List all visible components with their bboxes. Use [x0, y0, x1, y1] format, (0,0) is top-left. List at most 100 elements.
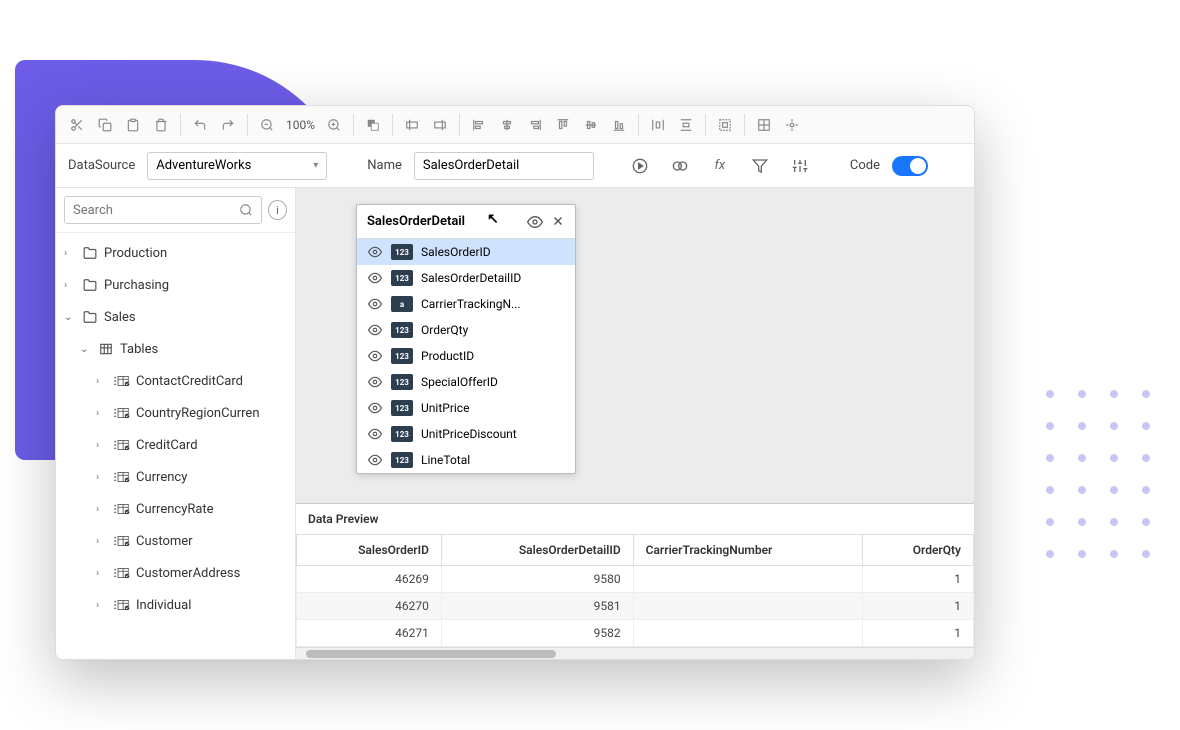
eye-icon[interactable] [527, 214, 543, 230]
code-toggle[interactable] [892, 156, 928, 176]
tree-item-purchasing[interactable]: ›Purchasing [56, 269, 295, 301]
eye-icon[interactable] [367, 349, 383, 363]
close-icon[interactable] [551, 214, 565, 230]
cut-icon[interactable] [64, 112, 90, 138]
tree-item-customer[interactable]: ›Customer [56, 525, 295, 557]
search-box[interactable] [64, 196, 262, 224]
datasource-select[interactable]: AdventureWorks ▾ [147, 152, 327, 180]
entity-header[interactable]: SalesOrderDetail ↖ [357, 205, 575, 239]
tree-item-label: Tables [120, 342, 158, 357]
sliders-icon[interactable] [786, 152, 814, 180]
paste-icon[interactable] [120, 112, 146, 138]
table-cell: 1 [863, 566, 974, 593]
table-icon [114, 598, 130, 612]
zoom-in-icon[interactable] [321, 112, 347, 138]
eye-icon[interactable] [367, 245, 383, 259]
eye-icon[interactable] [367, 401, 383, 415]
table-row[interactable]: 4627095811 [297, 593, 974, 620]
field-name: CarrierTrackingN... [421, 297, 565, 311]
field-name: SalesOrderDetailID [421, 271, 565, 285]
align-center-h-icon[interactable] [494, 112, 520, 138]
field-row[interactable]: 123SalesOrderDetailID [357, 265, 575, 291]
column-header[interactable]: SalesOrderID [297, 535, 442, 566]
name-input[interactable] [414, 152, 594, 180]
search-icon [239, 203, 253, 217]
field-row[interactable]: 123ProductID [357, 343, 575, 369]
tree-item-currencyrate[interactable]: ›CurrencyRate [56, 493, 295, 525]
info-icon[interactable]: i [268, 200, 287, 220]
app-window: 100% DataSource AdventureWorks ▾ Name [55, 105, 975, 660]
tree-item-label: CreditCard [136, 438, 198, 453]
eye-icon[interactable] [367, 271, 383, 285]
eye-icon[interactable] [367, 297, 383, 311]
grid-icon[interactable] [751, 112, 777, 138]
merge-icon[interactable] [666, 152, 694, 180]
table-cell: 46270 [297, 593, 442, 620]
cursor-icon: ↖ [487, 211, 499, 227]
data-preview: Data Preview SalesOrderIDSalesOrderDetai… [296, 503, 974, 659]
group-icon [98, 342, 114, 356]
filter-icon[interactable] [746, 152, 774, 180]
field-row[interactable]: 123UnitPrice [357, 395, 575, 421]
eye-icon[interactable] [367, 323, 383, 337]
field-row[interactable]: aCarrierTrackingN... [357, 291, 575, 317]
field-row[interactable]: 123SalesOrderID [357, 239, 575, 265]
preview-title: Data Preview [296, 504, 974, 534]
align-top-icon[interactable] [550, 112, 576, 138]
snap-icon[interactable] [779, 112, 805, 138]
eye-icon[interactable] [367, 453, 383, 467]
horizontal-scrollbar[interactable] [296, 647, 974, 659]
eye-icon[interactable] [367, 427, 383, 441]
distribute-v-icon[interactable] [673, 112, 699, 138]
table-row[interactable]: 4627195821 [297, 620, 974, 647]
search-input[interactable] [73, 203, 239, 218]
align-right-icon[interactable] [522, 112, 548, 138]
tree-item-creditcard[interactable]: › CreditCard [56, 429, 295, 461]
tree-item-individual[interactable]: ›Individual [56, 589, 295, 621]
entity-card[interactable]: SalesOrderDetail ↖ 123SalesOrderID123Sal… [356, 204, 576, 474]
copy-icon[interactable] [92, 112, 118, 138]
eye-icon[interactable] [367, 375, 383, 389]
fx-icon[interactable]: fx [706, 152, 734, 180]
chevron-icon: › [96, 440, 108, 451]
field-row[interactable]: 123UnitPriceDiscount [357, 421, 575, 447]
field-row[interactable]: 123OrderQty [357, 317, 575, 343]
folder-icon [82, 278, 98, 292]
field-name: SalesOrderID [421, 245, 565, 259]
distribute-h-icon[interactable] [645, 112, 671, 138]
play-icon[interactable] [626, 152, 654, 180]
table-icon [114, 502, 130, 516]
tree-item-sales[interactable]: ⌄Sales [56, 301, 295, 333]
tree-item-label: Sales [104, 310, 136, 325]
fit-icon[interactable] [712, 112, 738, 138]
redo-icon[interactable] [215, 112, 241, 138]
tree-item-tables[interactable]: ⌄Tables [56, 333, 295, 365]
bring-front-icon[interactable] [360, 112, 386, 138]
chevron-icon: › [96, 408, 108, 419]
align-bottom-icon[interactable] [606, 112, 632, 138]
tree-item-production[interactable]: ›Production [56, 237, 295, 269]
field-row[interactable]: 123SpecialOfferID [357, 369, 575, 395]
table-icon [114, 470, 130, 484]
field-row[interactable]: 123LineTotal [357, 447, 575, 473]
tree-item-countryregioncurren[interactable]: › CountryRegionCurren [56, 397, 295, 429]
tree-item-label: CountryRegionCurren [136, 406, 260, 421]
align-left-icon[interactable] [466, 112, 492, 138]
column-header[interactable]: CarrierTrackingNumber [633, 535, 863, 566]
tree-item-label: Currency [136, 470, 187, 485]
expand-h-icon[interactable] [399, 112, 425, 138]
table-cell: 46271 [297, 620, 442, 647]
column-header[interactable]: SalesOrderDetailID [441, 535, 633, 566]
tree-item-currency[interactable]: ›Currency [56, 461, 295, 493]
table-cell: 9581 [441, 593, 633, 620]
undo-icon[interactable] [187, 112, 213, 138]
zoom-out-icon[interactable] [254, 112, 280, 138]
column-header[interactable]: OrderQty [863, 535, 974, 566]
folder-icon [82, 246, 98, 260]
expand-v-icon[interactable] [427, 112, 453, 138]
tree-item-contactcreditcard[interactable]: ›ContactCreditCard [56, 365, 295, 397]
tree-item-customeraddress[interactable]: ›CustomerAddress [56, 557, 295, 589]
align-middle-icon[interactable] [578, 112, 604, 138]
delete-icon[interactable] [148, 112, 174, 138]
table-row[interactable]: 4626995801 [297, 566, 974, 593]
